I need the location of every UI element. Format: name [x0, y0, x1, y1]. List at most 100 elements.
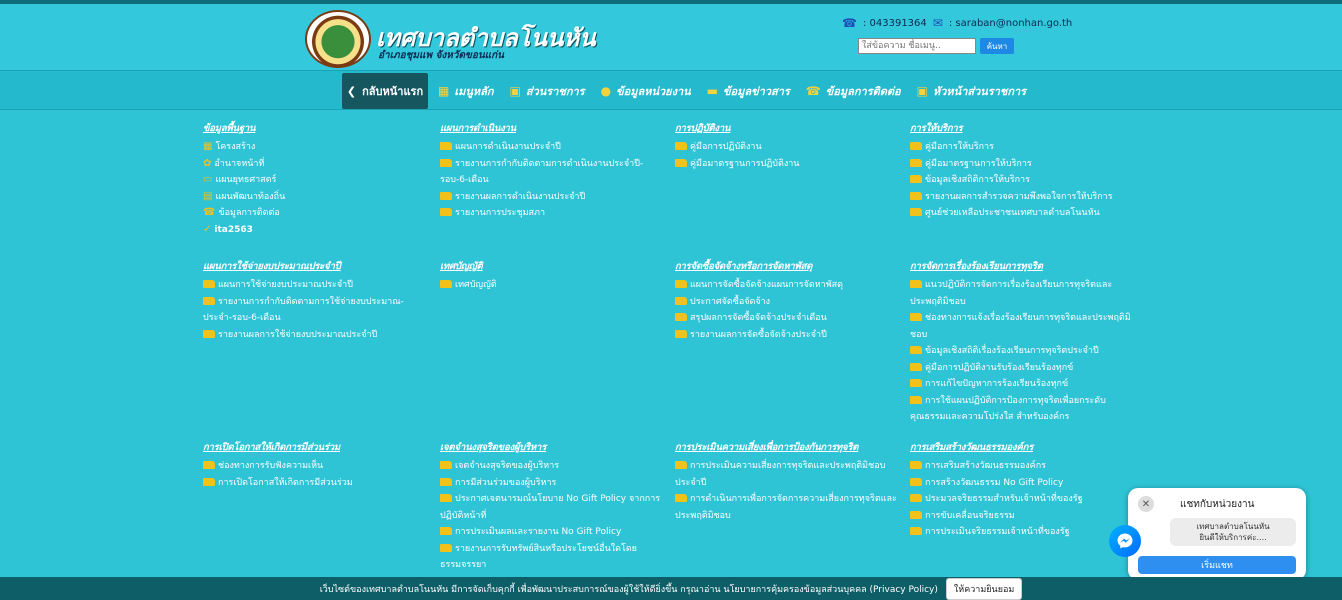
- nav-item-main-menu[interactable]: ▦ เมนูหลัก: [438, 82, 494, 100]
- folder-icon: [675, 313, 687, 321]
- folder-icon: [910, 280, 922, 288]
- search-input[interactable]: [858, 38, 976, 54]
- list-item[interactable]: แผนการจัดซื้อจัดจ้างแผนการจัดหาพัสดุ: [675, 277, 903, 294]
- list-item[interactable]: ข้อมูลเชิงสถิติการให้บริการ: [910, 172, 1138, 189]
- close-icon[interactable]: ✕: [1138, 496, 1154, 512]
- list-item[interactable]: แผนการใช้จ่ายงบประมาณประจำปี: [203, 277, 431, 294]
- nav-item-label: หัวหน้าส่วนราชการ: [933, 85, 1027, 98]
- site-header: เทศบาลตำบลโนนหัน อำเภอชุมแพ จังหวัดขอนแก…: [0, 4, 1342, 70]
- list-item[interactable]: การมีส่วนร่วมของผู้บริหาร: [440, 475, 668, 492]
- list-item[interactable]: ช่องทางการแจ้งเรื่องร้องเรียนการทุจริตแล…: [910, 310, 1138, 343]
- site-subtitle: อำเภอชุมแพ จังหวัดขอนแก่น: [378, 50, 504, 61]
- list-item[interactable]: การแก้ไขปัญหาการร้องเรียนร้องทุกข์: [910, 376, 1138, 393]
- start-chat-button[interactable]: เริ่มแชท: [1138, 556, 1296, 574]
- nav-item-head[interactable]: ▣ หัวหน้าส่วนราชการ: [917, 82, 1026, 100]
- item-label: การประเมินผลและรายงาน No Gift Policy: [455, 527, 622, 537]
- info-icon: ●: [600, 84, 612, 98]
- section-services: การให้บริการ คู่มือการให้บริการ คู่มือมา…: [910, 121, 1138, 222]
- list-item[interactable]: ▭ แผนยุทธศาสตร์: [203, 172, 431, 189]
- list-item[interactable]: การเปิดโอกาสให้เกิดการมีส่วนร่วม: [203, 475, 431, 492]
- list-item[interactable]: ▦ โครงสร้าง: [203, 139, 431, 156]
- folder-icon: [440, 142, 452, 150]
- nav-item-news[interactable]: ▬ ข้อมูลข่าวสาร: [707, 82, 790, 100]
- list-item[interactable]: คู่มือมาตรฐานการปฏิบัติงาน: [675, 156, 903, 173]
- list-item[interactable]: รายงานผลการดำเนินงานประจำปี: [440, 189, 668, 206]
- list-item[interactable]: การประเมินผลและรายงาน No Gift Policy: [440, 524, 668, 541]
- folder-icon: [910, 395, 922, 404]
- list-item[interactable]: ▤ แผนพัฒนาท้องถิ่น: [203, 189, 431, 206]
- messenger-icon[interactable]: [1109, 525, 1141, 557]
- list-item[interactable]: ประมวลจริยธรรมสำหรับเจ้าหน้าที่ของรัฐ: [910, 491, 1138, 508]
- item-label: แผนการใช้จ่ายงบประมาณประจำปี: [218, 280, 353, 290]
- list-item[interactable]: รายงานการรับทรัพย์สินหรือประโยชน์อื่นใดโ…: [440, 541, 668, 574]
- list-item[interactable]: การดำเนินการเพื่อการจัดการความเสี่ยงการท…: [675, 491, 903, 524]
- section-operation-plan: แผนการดำเนินงาน แผนการดำเนินงานประจำปี ร…: [440, 121, 668, 222]
- back-home-button[interactable]: ❮ กลับหน้าแรก: [342, 73, 428, 109]
- item-label: เจตจำนงสุจริตของผู้บริหาร: [455, 461, 560, 471]
- consent-button[interactable]: ให้ความยินยอม: [945, 577, 1023, 600]
- item-label: รายงานการกำกับติดตามการใช้จ่ายงบประมาณ-ป…: [203, 296, 404, 324]
- item-label: คู่มือการปฏิบัติงานรับร้องเรียนร้องทุกข์: [925, 362, 1074, 373]
- list-item[interactable]: การประเมินจริยธรรมเจ้าหน้าที่ของรัฐ: [910, 524, 1138, 541]
- list-item[interactable]: เทศบัญญัติ: [440, 277, 668, 294]
- list-item[interactable]: รายงานผลการใช้จ่ายงบประมาณประจำปี: [203, 327, 431, 344]
- folder-icon: [910, 142, 922, 150]
- nav-item-agency-info[interactable]: ● ข้อมูลหน่วยงาน: [601, 82, 691, 100]
- list-item[interactable]: ศูนย์ช่วยเหลือประชาชนเทศบาลตำบลโนนหัน: [910, 205, 1138, 222]
- section-title: การให้บริการ: [910, 123, 963, 134]
- list-item[interactable]: รายงานการประชุมสภา: [440, 205, 668, 222]
- list-item[interactable]: คู่มือการปฏิบัติงานรับร้องเรียนร้องทุกข์: [910, 360, 1138, 377]
- list-item[interactable]: ☎ ข้อมูลการติดต่อ: [203, 205, 431, 222]
- list-item[interactable]: รายงานการกำกับติดตามการใช้จ่ายงบประมาณ-ป…: [203, 294, 431, 327]
- user-icon: ▣: [916, 84, 928, 98]
- list-item[interactable]: การเสริมสร้างวัฒนธรรมองค์กร: [910, 458, 1138, 475]
- list-item[interactable]: ช่องทางการรับฟังความเห็น: [203, 458, 431, 475]
- chat-title: แชทกับหน่วยงาน: [1180, 499, 1255, 510]
- folder-icon: [910, 379, 922, 387]
- item-label: แผนการดำเนินงานประจำปี: [455, 142, 561, 152]
- search-button[interactable]: ค้นหา: [980, 38, 1014, 54]
- nav-item-departments[interactable]: ▣ ส่วนราชการ: [510, 82, 585, 100]
- list-item[interactable]: คู่มือมาตรฐานการให้บริการ: [910, 156, 1138, 173]
- list-item[interactable]: ประกาศเจตนารมณ์นโยบาย No Gift Policy จาก…: [440, 491, 668, 524]
- item-label: การใช้แผนปฏิบัติการป้องการทุจริตเพื่อยกร…: [910, 395, 1106, 423]
- item-label: ช่องทางการแจ้งเรื่องร้องเรียนการทุจริตแล…: [910, 313, 1131, 340]
- folder-icon: [675, 158, 687, 167]
- list-item[interactable]: คู่มือการปฏิบัติงาน: [675, 139, 903, 156]
- back-home-label: กลับหน้าแรก: [362, 85, 424, 98]
- section-operations: การปฏิบัติงาน คู่มือการปฏิบัติงาน คู่มือ…: [675, 121, 903, 172]
- section-title: การเสริมสร้างวัฒนธรรมองค์กร: [910, 442, 1034, 453]
- municipality-logo[interactable]: [305, 10, 371, 68]
- folder-icon: [910, 494, 922, 502]
- section-complaints: การจัดการเรื่องร้องเรียนการทุจริต แนวปฏิ…: [910, 259, 1138, 426]
- list-item[interactable]: ประกาศจัดซื้อจัดจ้าง: [675, 294, 903, 311]
- list-item[interactable]: ข้อมูลเชิงสถิติเรื่องร้องเรียนการทุจริตป…: [910, 343, 1138, 360]
- section-title: การจัดการเรื่องร้องเรียนการทุจริต: [910, 261, 1043, 272]
- email-address[interactable]: : saraban@nonhan.go.th: [949, 18, 1072, 29]
- list-item[interactable]: แนวปฏิบัติการจัดการเรื่องร้องเรียนการทุจ…: [910, 277, 1138, 310]
- list-item[interactable]: การขับเคลื่อนจริยธรรม: [910, 508, 1138, 525]
- list-item[interactable]: การสร้างวัฒนธรรม No Gift Policy: [910, 475, 1138, 492]
- folder-icon: [440, 280, 452, 288]
- list-item[interactable]: รายงานผลการจัดซื้อจัดจ้างประจำปี: [675, 327, 903, 344]
- section-title: แผนการดำเนินงาน: [440, 123, 516, 134]
- list-item[interactable]: คู่มือการให้บริการ: [910, 139, 1138, 156]
- chat-widget: ✕ แชทกับหน่วยงาน เทศบาลตำบลโนนหัน ยินดีใ…: [1128, 488, 1306, 580]
- folder-icon: [675, 329, 687, 338]
- folder-icon: [440, 208, 452, 216]
- chat-message-line: ยินดีให้บริการค่ะ....: [1199, 533, 1267, 542]
- list-item[interactable]: การประเมินความเสี่ยงการทุจริตและประพฤติม…: [675, 458, 903, 491]
- list-item[interactable]: การใช้แผนปฏิบัติการป้องการทุจริตเพื่อยกร…: [910, 393, 1138, 426]
- nav-item-contact[interactable]: ☎ ข้อมูลการติดต่อ: [806, 82, 901, 100]
- list-item[interactable]: สรุปผลการจัดซื้อจัดจ้างประจำเดือน: [675, 310, 903, 327]
- section-title: การประเมินความเสี่ยงเพื่อการป้องกันการทุ…: [675, 442, 859, 453]
- folder-icon: [910, 461, 922, 469]
- list-item[interactable]: ✓ ita2563: [203, 222, 431, 239]
- item-label: สรุปผลการจัดซื้อจัดจ้างประจำเดือน: [690, 313, 827, 323]
- list-item[interactable]: ✿ อำนาจหน้าที่: [203, 156, 431, 173]
- cookie-text: เว็บไซต์ของเทศบาลตำบลโนนหัน มีการจัดเก็บ…: [319, 584, 938, 595]
- list-item[interactable]: เจตจำนงสุจริตของผู้บริหาร: [440, 458, 668, 475]
- list-item[interactable]: แผนการดำเนินงานประจำปี: [440, 139, 668, 156]
- list-item[interactable]: รายงานการกำกับติดตามการดำเนินงานประจำปี-…: [440, 156, 668, 189]
- list-item[interactable]: รายงานผลการสำรวจความพึงพอใจการให้บริการ: [910, 189, 1138, 206]
